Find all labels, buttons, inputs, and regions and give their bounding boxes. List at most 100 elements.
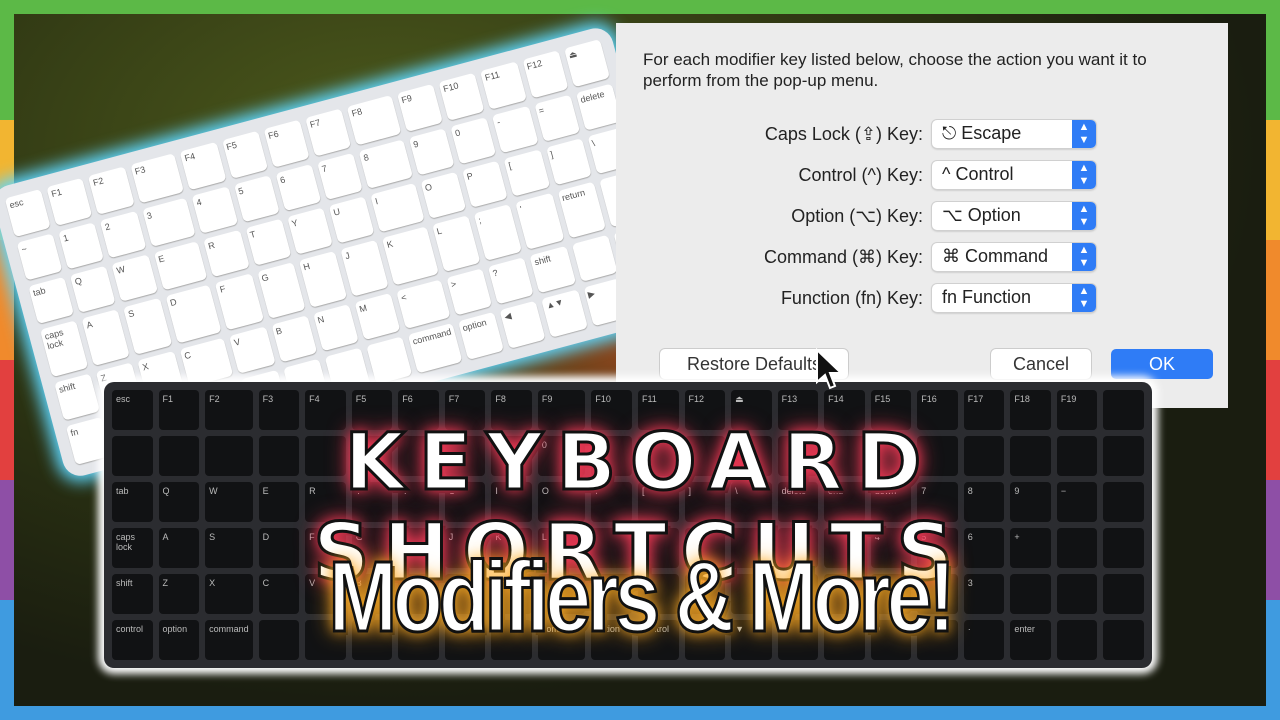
keyboard-key: U <box>328 196 375 244</box>
dialog-instructions: For each modifier key listed below, choo… <box>643 50 1147 90</box>
modifier-popup[interactable]: ⎋ Escape ▲ ▼ <box>932 120 1096 148</box>
keyboard-key: ⏏ <box>563 39 611 88</box>
keyboard-key: 0 <box>450 117 497 165</box>
modifier-row: Function (fn) Key: fn Function ▲ ▼ <box>616 284 1228 312</box>
keyboard-key: D <box>165 284 222 344</box>
keyboard-key: 7 <box>316 152 364 201</box>
keyboard-key: > <box>446 268 493 316</box>
keyboard-key: ; <box>473 204 523 261</box>
subtitle-modifiers-more: Modifiers & More! <box>327 540 956 655</box>
keyboard-key: shift <box>54 373 101 421</box>
modifier-row: Command (⌘) Key: ⌘ Command ▲ ▼ <box>616 243 1228 271</box>
keyboard-key: [ <box>503 149 550 197</box>
modifier-row: Option (⌥) Key: ⌥ Option ▲ ▼ <box>616 202 1228 230</box>
keyboard-key: caps lock <box>39 320 89 378</box>
keyboard-key: 3 <box>141 197 196 248</box>
keyboard-key: W <box>111 254 158 302</box>
popup-value: ⌘ Command <box>942 246 1049 266</box>
modifier-row: Caps Lock (⇪) Key: ⎋ Escape ▲ ▼ <box>616 120 1228 148</box>
keyboard-key: 6 <box>275 163 322 212</box>
keyboard-key: F2 <box>88 166 135 215</box>
keyboard-key: F7 <box>305 108 352 157</box>
keyboard-key: F5 <box>221 130 268 180</box>
keyboard-key: 9 <box>408 128 455 176</box>
popup-value: ⎋ Escape <box>942 123 1022 143</box>
keyboard-key: F6 <box>263 119 310 168</box>
keyboard-key <box>571 234 618 283</box>
keyboard-key: F8 <box>346 95 402 146</box>
ok-button[interactable]: OK <box>1111 349 1213 379</box>
chevron-up-down-icon: ▲ ▼ <box>1072 120 1096 148</box>
keyboard-key: P <box>461 160 509 208</box>
keyboard-key: ◀ <box>499 300 546 349</box>
modifier-label: Function (fn) Key: <box>780 288 923 308</box>
keyboard-key: command <box>407 322 463 374</box>
cancel-button[interactable]: Cancel <box>991 349 1091 379</box>
keyboard-key: G <box>256 262 306 320</box>
keyboard-key: 5 <box>233 175 280 223</box>
popup-value: ⌥ Option <box>942 205 1021 225</box>
keyboard-key: esc <box>4 188 52 238</box>
modifier-popup[interactable]: fn Function ▲ ▼ <box>932 284 1096 312</box>
keyboard-key: 1 <box>58 222 105 270</box>
keyboard-key: ▲▼ <box>541 289 588 338</box>
keyboard-key: F12 <box>521 50 569 99</box>
modifier-row: Control (^) Key: ^ Control ▲ ▼ <box>616 161 1228 189</box>
keyboard-key: L <box>431 215 481 273</box>
keyboard-key: O <box>420 171 467 220</box>
keyboard-key: F4 <box>179 141 227 191</box>
modifier-label: Control (^) Key: <box>798 165 923 185</box>
keyboard-key: ~ <box>16 233 63 281</box>
keyboard-key: ] <box>545 138 592 186</box>
mouse-cursor-icon <box>816 348 844 390</box>
keyboard-key: I <box>370 182 425 233</box>
keyboard-key: F9 <box>396 83 443 133</box>
keyboard-key: S <box>123 297 173 355</box>
modifier-label: Option (⌥) Key: <box>791 206 923 226</box>
chevron-up-down-icon: ▲ ▼ <box>1072 243 1096 271</box>
keyboard-key: H <box>298 250 348 308</box>
modifier-label: Caps Lock (⇪) Key: <box>764 124 923 144</box>
keyboard-key: tab <box>28 276 75 325</box>
modifier-popup[interactable]: ⌥ Option ▲ ▼ <box>932 202 1096 230</box>
keyboard-key: T <box>245 218 292 266</box>
keyboard-key: 8 <box>358 139 413 189</box>
modifier-label: Command (⌘) Key: <box>763 247 923 267</box>
keyboard-key: shift <box>529 245 576 294</box>
keyboard-key: E <box>153 241 208 291</box>
keyboard-key: ? <box>487 257 534 305</box>
keyboard-key: V <box>229 326 276 374</box>
popup-value: fn Function <box>942 287 1032 307</box>
keyboard-key: R <box>203 229 250 278</box>
keyboard-key: A <box>81 309 131 366</box>
keyboard-key <box>366 336 413 385</box>
chevron-up-down-icon: ▲ ▼ <box>1072 202 1096 230</box>
keyboard-key: Y <box>286 207 333 255</box>
keyboard-key: F11 <box>480 61 527 110</box>
keyboard-key: F3 <box>130 153 185 204</box>
chevron-up-down-icon: ▲ ▼ <box>1072 284 1096 312</box>
keyboard-key: F <box>214 273 264 331</box>
modifier-keys-dialog: For each modifier key listed below, choo… <box>616 23 1228 408</box>
keyboard-key: < <box>396 279 451 329</box>
keyboard-key: B <box>270 315 318 363</box>
keyboard-key: M <box>354 292 401 341</box>
keyboard-key: - <box>492 105 539 154</box>
modifier-popup[interactable]: ⌘ Command ▲ ▼ <box>932 243 1096 271</box>
modifier-popup[interactable]: ^ Control ▲ ▼ <box>932 161 1096 189</box>
keyboard-key: ' <box>515 192 565 250</box>
keyboard-key: 2 <box>100 210 147 259</box>
keyboard-key: option <box>457 311 505 361</box>
keyboard-key: Q <box>70 265 117 313</box>
keyboard-key: 4 <box>191 186 238 234</box>
popup-value: ^ Control <box>942 164 1014 184</box>
keyboard-key: C <box>179 337 234 388</box>
keyboard-key: F1 <box>46 177 93 226</box>
keyboard-key: J <box>340 239 389 297</box>
keyboard-key: = <box>533 94 580 142</box>
keyboard-key: K <box>382 226 439 286</box>
chevron-up-down-icon: ▲ ▼ <box>1072 161 1096 189</box>
keyboard-key: F10 <box>438 72 485 121</box>
keyboard-key: N <box>312 304 359 352</box>
keyboard-key: delete <box>575 83 622 131</box>
